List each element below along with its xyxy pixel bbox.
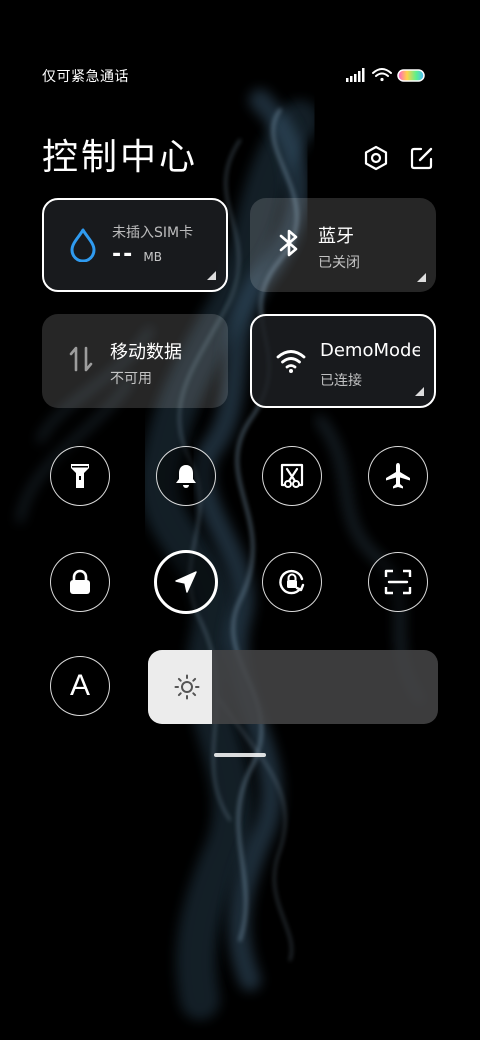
flashlight-toggle[interactable] bbox=[50, 446, 110, 506]
airplane-icon bbox=[386, 463, 410, 489]
lock-screen-toggle[interactable] bbox=[50, 552, 110, 612]
sim-status-label: 未插入SIM卡 bbox=[112, 225, 194, 241]
data-unit: MB bbox=[143, 250, 162, 264]
wifi-status: 已连接 bbox=[320, 373, 362, 389]
bluetooth-icon bbox=[272, 226, 306, 260]
scissors-icon bbox=[280, 463, 304, 488]
wifi-network-name: DemoMode bbox=[320, 340, 420, 361]
screenshot-toggle[interactable] bbox=[262, 446, 322, 506]
wifi-icon bbox=[274, 344, 308, 378]
bluetooth-status: 已关闭 bbox=[318, 255, 360, 271]
flashlight-icon bbox=[71, 464, 89, 488]
battery-icon bbox=[397, 69, 425, 82]
bell-icon bbox=[176, 465, 196, 488]
wifi-tile[interactable]: DemoMode 已连接 bbox=[250, 314, 436, 408]
font-size-icon: A bbox=[69, 669, 90, 702]
location-arrow-icon bbox=[175, 571, 197, 593]
font-size-toggle[interactable]: A bbox=[50, 656, 110, 716]
signal-icon bbox=[346, 68, 365, 82]
data-arrows-icon bbox=[64, 342, 98, 376]
brightness-slider[interactable] bbox=[148, 650, 438, 724]
mobile-data-label: 移动数据 bbox=[110, 342, 182, 363]
rotation-lock-icon bbox=[279, 569, 305, 595]
settings-button[interactable] bbox=[360, 142, 392, 174]
water-drop-icon bbox=[66, 228, 100, 262]
data-usage-value: -- MB bbox=[112, 242, 162, 267]
wifi-icon bbox=[372, 68, 392, 82]
mobile-data-tile[interactable]: 移动数据 不可用 bbox=[42, 314, 228, 408]
location-toggle[interactable] bbox=[154, 550, 218, 614]
expand-corner-indicator bbox=[415, 387, 424, 396]
swipe-handle[interactable] bbox=[214, 753, 266, 757]
airplane-mode-toggle[interactable] bbox=[368, 446, 428, 506]
rotation-lock-toggle[interactable] bbox=[262, 552, 322, 612]
bluetooth-label: 蓝牙 bbox=[318, 226, 354, 247]
ring-toggle[interactable] bbox=[156, 446, 216, 506]
edit-button[interactable] bbox=[406, 142, 438, 174]
mobile-data-status: 不可用 bbox=[110, 371, 152, 387]
scan-icon bbox=[384, 569, 412, 595]
edit-icon bbox=[410, 147, 433, 170]
data-usage-tile[interactable]: 未插入SIM卡 -- MB bbox=[42, 198, 228, 292]
bluetooth-tile[interactable]: 蓝牙 已关闭 bbox=[250, 198, 436, 292]
carrier-status-text: 仅可紧急通话 bbox=[42, 69, 129, 85]
lock-icon bbox=[70, 569, 90, 594]
page-title: 控制中心 bbox=[42, 137, 199, 178]
expand-corner-indicator bbox=[417, 273, 426, 282]
settings-hexagon-icon bbox=[364, 145, 388, 171]
brightness-sun-icon bbox=[174, 674, 200, 700]
status-icons bbox=[346, 66, 436, 86]
control-center-screen: 仅可紧急通话 控制中心 未插入SIM卡 -- MB 蓝牙 已关闭 移动数据 不可… bbox=[0, 0, 480, 1040]
scanner-toggle[interactable] bbox=[368, 552, 428, 612]
expand-corner-indicator bbox=[207, 271, 216, 280]
data-value: -- bbox=[112, 242, 135, 267]
